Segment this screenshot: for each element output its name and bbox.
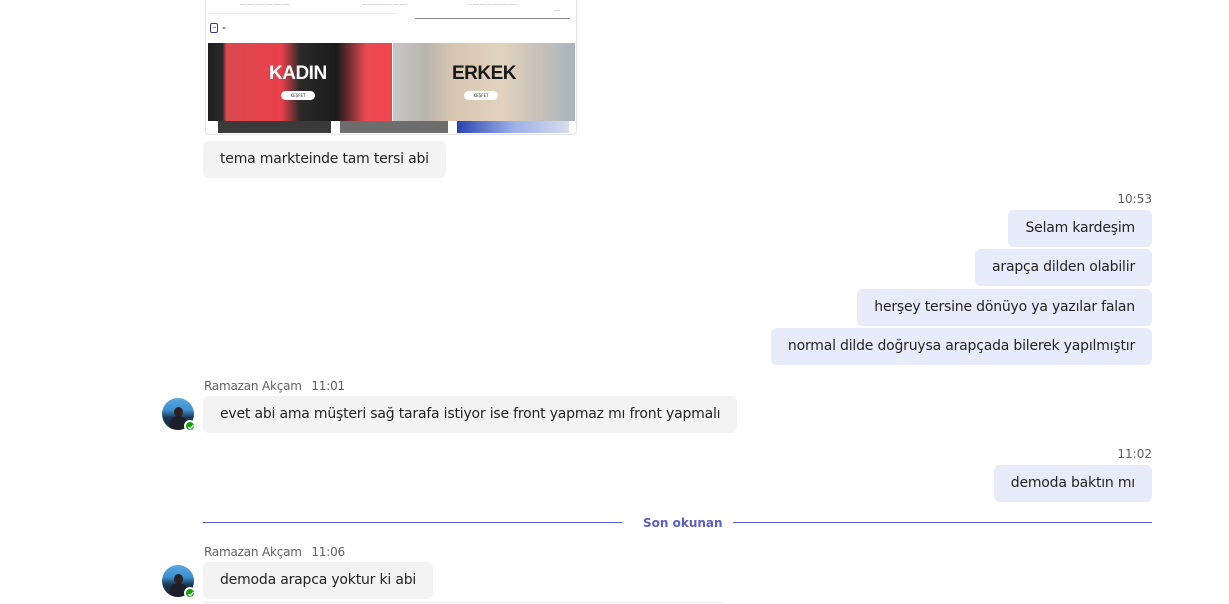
message-bubble-incoming[interactable]: tema markteinde tam tersi abi xyxy=(203,141,446,178)
message-bubble-outgoing[interactable]: herşey tersine dönüyo ya yazılar falan xyxy=(857,289,1152,326)
sender-name: Ramazan Akçam xyxy=(204,545,302,559)
message-timestamp: 10:53 xyxy=(1117,192,1152,206)
preview-product-thumb xyxy=(457,121,569,133)
message-header: Ramazan Akçam 11:01 xyxy=(204,379,345,393)
preview-divider xyxy=(208,13,398,14)
preview-fine-print: ـــــــ ــــــ ـــــ ــــــــ ــــــ ـــ… xyxy=(240,1,290,6)
message-bubble-outgoing[interactable]: normal dilde doğruysa arapçada bilerek y… xyxy=(770,328,1152,365)
preview-banner-women-label: KADIN xyxy=(269,63,327,84)
message-bubble-outgoing[interactable]: demoda baktın mı xyxy=(993,465,1152,502)
message-timestamp: 11:02 xyxy=(1117,447,1152,461)
message-bubble-outgoing[interactable]: arapça dilden olabilir xyxy=(975,249,1152,286)
preview-product-thumb xyxy=(218,121,331,133)
preview-banner-men-label: ERKEK xyxy=(452,63,517,84)
presence-available-icon xyxy=(184,420,196,432)
preview-logo: ▬ xyxy=(222,25,226,30)
message-bubble-incoming[interactable]: demoda arapca yoktur ki abi xyxy=(203,562,434,599)
message-timestamp: 11:01 xyxy=(311,379,345,393)
preview-fine-print: ــــــ ـــــ ــــــــ ــــــ ـــــ ـــ xyxy=(362,1,408,6)
message-header: Ramazan Akçam 11:06 xyxy=(204,545,345,559)
message-bubble-incoming[interactable]: evet abi ama müşteri sağ tarafa istiyor … xyxy=(203,396,738,433)
last-read-line xyxy=(733,522,1152,523)
divider xyxy=(203,602,723,603)
preview-fine-print: ـــــــ ـــــ ــــــ ــــ ـــــ ـــــ ــ… xyxy=(468,1,517,6)
chat-message-list: ـــــــ ــــــ ـــــ ــــــــ ــــــ ـــ… xyxy=(0,0,1229,604)
preview-divider xyxy=(415,18,570,19)
sender-name: Ramazan Akçam xyxy=(204,379,302,393)
preview-banner-men-button: KEŞFET xyxy=(464,91,498,100)
message-timestamp: 11:06 xyxy=(311,545,345,559)
preview-back-icon: → xyxy=(210,23,218,33)
last-read-line xyxy=(203,522,622,523)
last-read-label: Son okunan xyxy=(643,516,723,530)
preview-banner-women-button: KEŞFET xyxy=(281,91,315,100)
message-bubble-outgoing[interactable]: Selam kardeşim xyxy=(1008,210,1152,247)
preview-fine-print: ـــــ xyxy=(554,7,560,12)
attached-image[interactable]: ـــــــ ــــــ ـــــ ــــــــ ــــــ ـــ… xyxy=(205,0,577,135)
presence-available-icon xyxy=(184,587,196,599)
preview-product-thumb xyxy=(340,121,448,133)
